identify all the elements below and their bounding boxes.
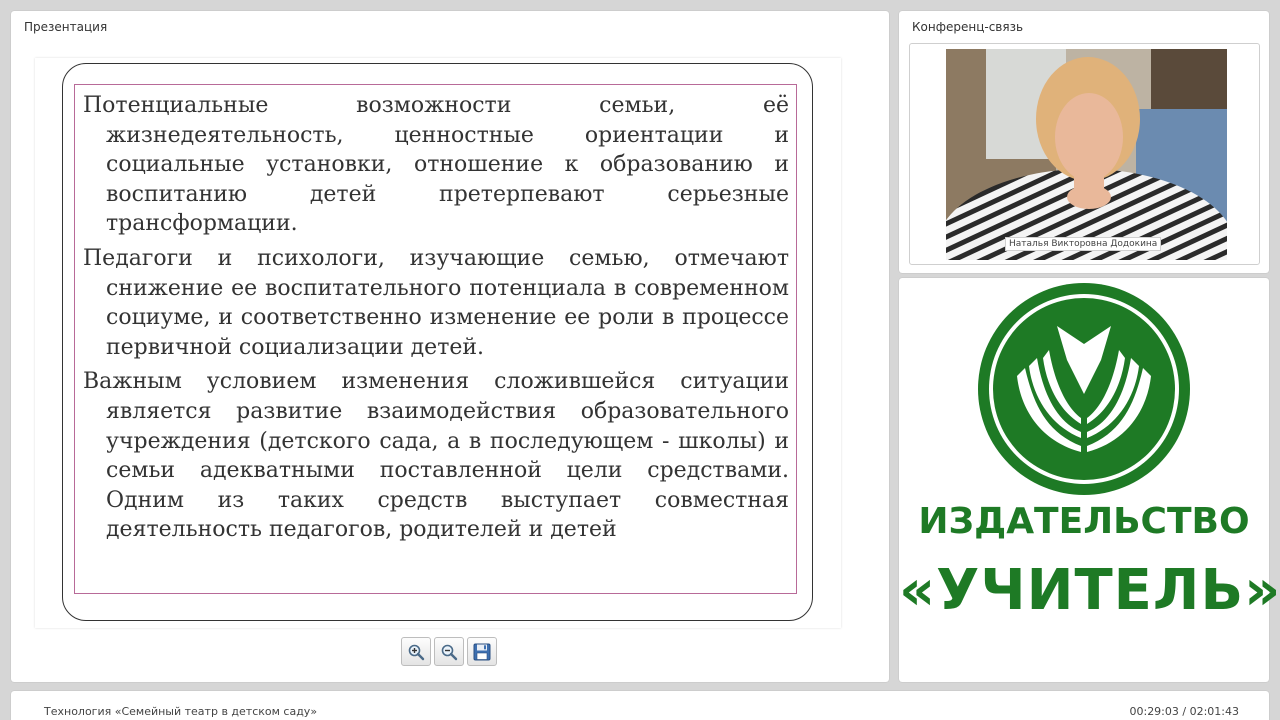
- slide-toolbar: [401, 637, 497, 666]
- presentation-panel: Презентация Потенциальные возможности се…: [11, 11, 889, 682]
- slide-frame: Потенциальные возможности семьи, её жизн…: [62, 63, 813, 621]
- slide-paragraph-2: Педагоги и психологи, изучающие семью, о…: [83, 245, 789, 360]
- zoom-out-button[interactable]: [434, 637, 464, 666]
- video-container: Наталья Викторовна Додокина: [909, 43, 1260, 265]
- zoom-in-icon: [408, 644, 425, 660]
- speaker-video[interactable]: Наталья Викторовна Додокина: [946, 49, 1227, 260]
- publisher-panel: ИЗДАТЕЛЬСТВО «УЧИТЕЛЬ»: [899, 278, 1280, 682]
- publisher-line-1: ИЗДАТЕЛЬСТВО: [918, 501, 1250, 542]
- course-title: Технология «Семейный театр в детском сад…: [44, 705, 318, 718]
- save-button[interactable]: [467, 637, 497, 666]
- publisher-line-2: «УЧИТЕЛЬ»: [899, 558, 1280, 623]
- slide-content: Потенциальные возможности семьи, её жизн…: [74, 84, 797, 594]
- slide-viewport: Потенциальные возможности семьи, её жизн…: [35, 58, 841, 628]
- floppy-disk-icon: [473, 643, 491, 660]
- slide-paragraph-3: Важным условием изменения сложившейся си…: [83, 369, 789, 543]
- zoom-out-icon: [441, 644, 458, 660]
- playback-timecode: 00:29:03 / 02:01:43: [1129, 705, 1239, 718]
- publisher-logo: [978, 283, 1190, 495]
- footer-bar: Технология «Семейный театр в детском сад…: [11, 691, 1269, 720]
- conference-panel: Конференц-связь Наталья Викторовна Додок…: [899, 11, 1269, 273]
- conference-title: Конференц-связь: [912, 20, 1024, 34]
- zoom-in-button[interactable]: [401, 637, 431, 666]
- speaker-name-label: Наталья Викторовна Додокина: [1005, 237, 1162, 251]
- presentation-title: Презентация: [24, 20, 108, 34]
- speaker-video-frame: [946, 49, 1227, 260]
- slide-paragraph-1: Потенциальные возможности семьи, её жизн…: [83, 93, 789, 237]
